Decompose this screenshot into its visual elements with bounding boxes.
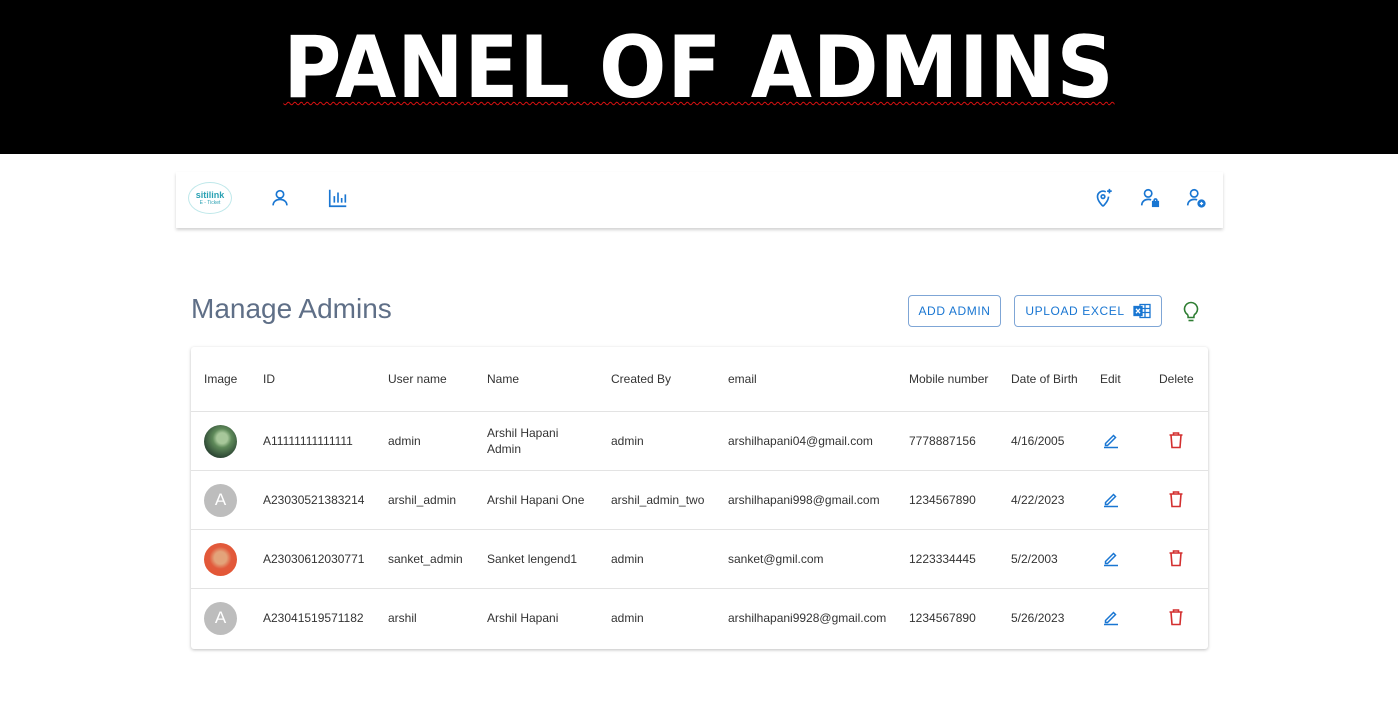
edit-button[interactable] [1100,488,1122,510]
edit-button[interactable] [1100,606,1122,628]
col-name: Name [474,347,598,412]
cell-created-by: admin [598,411,715,471]
delete-icon [1169,491,1183,508]
cell-mobile: 1223334445 [896,529,998,589]
add-location-icon [1096,188,1112,207]
edit-icon [1104,611,1118,626]
excel-icon [1132,303,1151,319]
cell-id: A23030612030771 [250,529,375,589]
cell-dob: 5/2/2003 [998,529,1087,589]
delete-icon [1169,550,1183,567]
cell-dob: 4/16/2005 [998,411,1087,471]
col-created-by: Created By [598,347,715,412]
cell-name: Sanket lengend1 [474,529,598,589]
cell-mobile: 1234567890 [896,470,998,530]
cell-id: A23030521383214 [250,470,375,530]
banner-title: PANEL OF ADMINS [283,18,1115,118]
bar-chart-icon [328,189,347,208]
edit-button[interactable] [1100,429,1122,451]
upload-excel-label: UPLOAD EXCEL [1025,304,1125,318]
nav-users-button[interactable] [268,186,292,210]
edit-icon [1104,493,1118,508]
admins-table: Image ID User name Name Created By email… [191,347,1208,649]
cell-mobile: 1234567890 [909,611,976,625]
cell-created-by: arshil_admin_two [598,470,715,530]
col-image: Image [191,347,250,412]
cell-created-by: admin [611,611,644,625]
add-admin-label: ADD ADMIN [918,304,991,318]
table-row: A11111111111111 admin Arshil Hapani Admi… [191,411,1208,471]
avatar: A [204,601,237,635]
cell-mobile: 7778887156 [896,411,998,471]
col-delete: Delete [1146,347,1208,412]
table-row: A A23041519571182 arshil Arshil Hapani a… [191,589,1208,648]
logo-text: sitilink [195,189,225,200]
col-email: email [715,347,896,412]
tips-button[interactable] [1180,300,1202,324]
banner: PANEL OF ADMINS [0,0,1398,154]
cell-id: A11111111111111 [250,411,375,471]
cell-dob: 5/26/2023 [1011,611,1065,625]
cell-name: Arshil Hapani [487,611,559,625]
edit-icon [1104,434,1118,449]
admin-lock-button[interactable] [1138,186,1162,210]
cell-email: arshilhapani04@gmail.com [715,411,896,471]
table-row: A A23030521383214 arshil_admin Arshil Ha… [191,470,1208,530]
delete-icon [1169,609,1183,626]
col-edit: Edit [1087,347,1146,412]
col-id: ID [250,347,375,412]
cell-email: arshilhapani9928@gmail.com [728,611,887,625]
cell-email: sanket@gmil.com [715,529,896,589]
top-navbar: sitilink E - Ticket [176,172,1223,228]
person-icon [272,189,288,206]
delete-button[interactable] [1165,488,1187,510]
delete-button[interactable] [1165,429,1187,451]
add-admin-nav-button[interactable] [1184,186,1208,210]
table-header-row: Image ID User name Name Created By email… [191,347,1208,412]
cell-name: Arshil Hapani One [474,470,598,530]
col-mobile: Mobile number [896,347,998,412]
cell-username: sanket_admin [375,529,474,589]
table-row: A23030612030771 sanket_admin Sanket leng… [191,529,1208,589]
cell-dob: 4/22/2023 [998,470,1087,530]
cell-id: A23041519571182 [263,611,364,625]
cell-username: admin [375,411,474,471]
col-dob: Date of Birth [998,347,1087,412]
person-add-icon [1186,188,1206,208]
page-title: Manage Admins [191,293,392,324]
nav-reports-button[interactable] [326,186,350,210]
lightbulb-icon [1183,301,1199,322]
cell-name: Arshil Hapani Admin [474,411,598,471]
delete-button[interactable] [1165,606,1187,628]
cell-username: arshil_admin [375,470,474,530]
edit-icon [1104,552,1118,567]
delete-icon [1169,432,1183,449]
delete-button[interactable] [1165,547,1187,569]
cell-email: arshilhapani998@gmail.com [715,470,896,530]
col-username: User name [375,347,474,412]
cell-created-by: admin [598,529,715,589]
add-location-button[interactable] [1091,186,1115,210]
cell-username: arshil [388,611,417,625]
edit-button[interactable] [1100,547,1122,569]
avatar [204,424,237,458]
logo-subtext: E - Ticket [199,199,221,206]
add-admin-button[interactable]: ADD ADMIN [908,295,1001,327]
upload-excel-button[interactable]: UPLOAD EXCEL [1014,295,1162,327]
person-lock-icon [1140,188,1160,208]
app-logo[interactable]: sitilink E - Ticket [188,182,232,214]
avatar [204,542,237,576]
avatar: A [204,483,237,517]
